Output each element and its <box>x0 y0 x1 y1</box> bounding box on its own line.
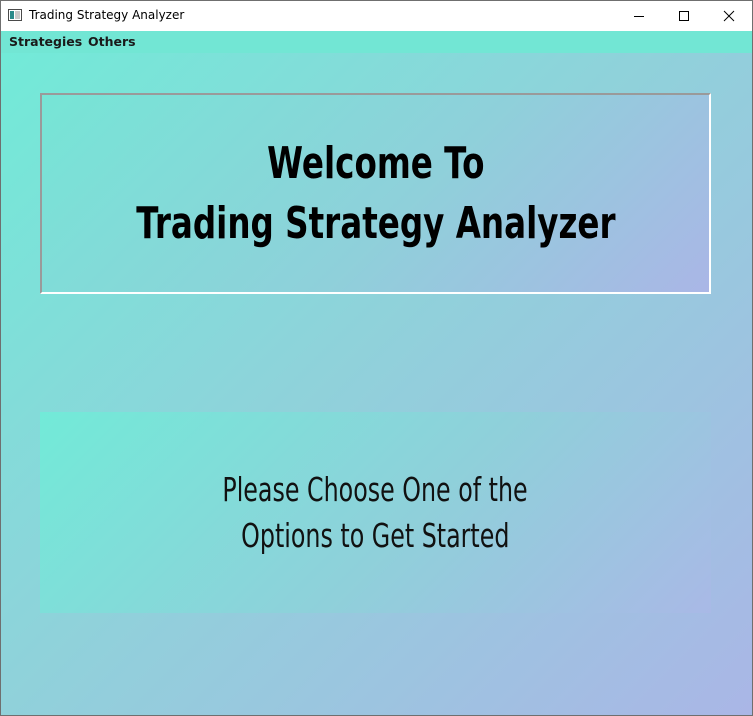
menu-others[interactable]: Others <box>88 34 136 49</box>
main-content: Welcome To Trading Strategy Analyzer Ple… <box>1 53 752 715</box>
minimize-icon <box>633 16 644 17</box>
close-icon <box>723 10 734 22</box>
maximize-button[interactable] <box>661 1 706 31</box>
maximize-icon <box>678 11 689 21</box>
close-button[interactable] <box>706 1 751 31</box>
instruction-text-line1: Please Choose One of the <box>222 469 529 509</box>
instruction-panel: Please Choose One of the Options to Get … <box>40 412 711 613</box>
welcome-heading-line1: Welcome To <box>266 137 485 189</box>
instruction-text-line2: Options to Get Started <box>241 515 510 555</box>
app-window: Trading Strategy Analyzer Strategies Oth… <box>0 0 753 716</box>
welcome-heading-line2: Trading Strategy Analyzer <box>135 197 616 249</box>
menu-strategies[interactable]: Strategies <box>9 34 82 49</box>
welcome-panel: Welcome To Trading Strategy Analyzer <box>40 93 711 294</box>
window-title: Trading Strategy Analyzer <box>29 8 185 22</box>
minimize-button[interactable] <box>616 1 661 31</box>
title-bar[interactable]: Trading Strategy Analyzer <box>1 1 752 31</box>
app-window-icon <box>8 9 22 21</box>
menu-bar: Strategies Others <box>1 31 752 53</box>
